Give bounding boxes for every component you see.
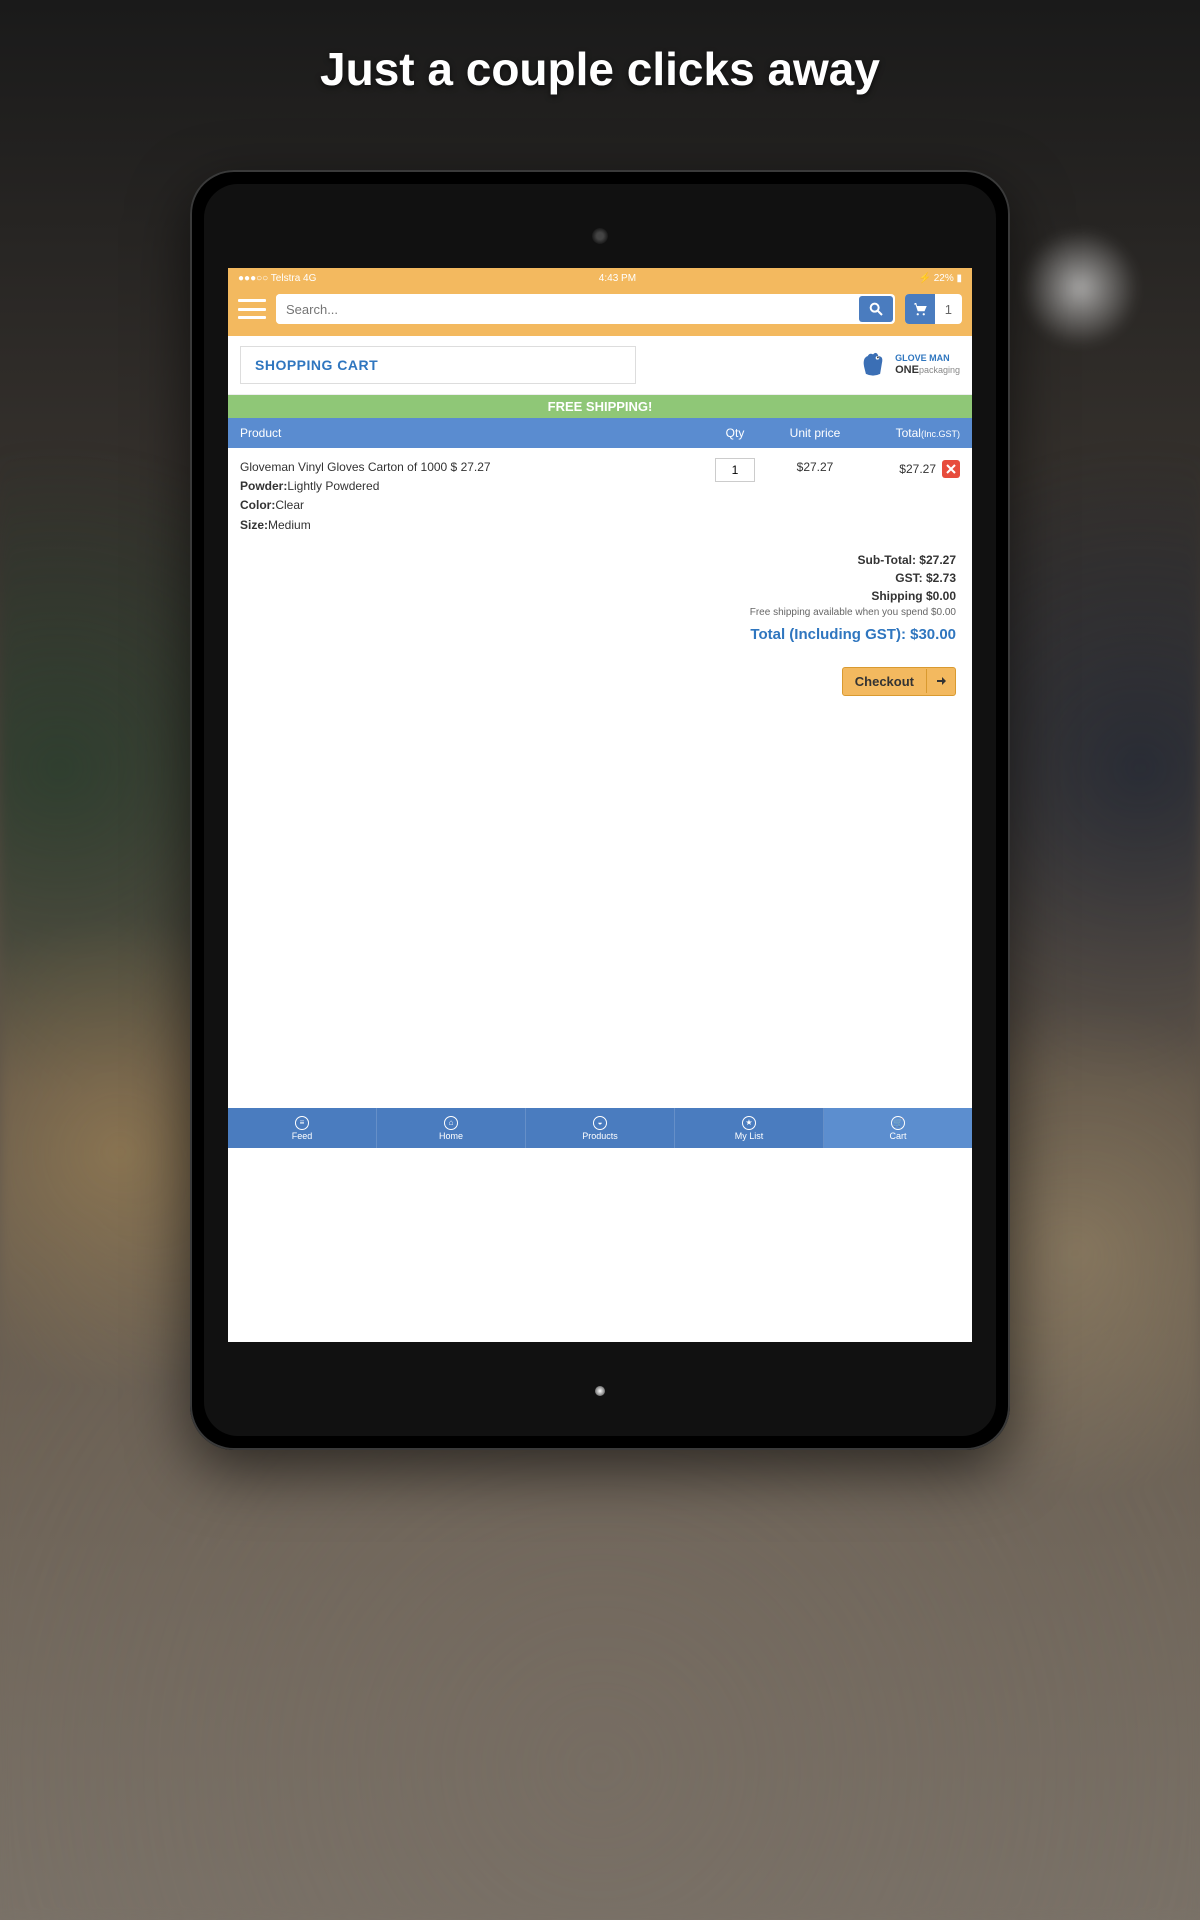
- brand-text: GLOVE MAN ONEpackaging: [895, 354, 960, 376]
- mylist-icon: ★: [742, 1116, 756, 1130]
- cart-count: 1: [935, 302, 962, 317]
- grand-total: Total (Including GST): $30.00: [228, 620, 972, 649]
- arrow-right-icon: [926, 669, 955, 693]
- nav-mylist[interactable]: ★ My List: [675, 1108, 824, 1148]
- quantity-input[interactable]: [715, 458, 755, 482]
- nav-feed[interactable]: ≡ Feed: [228, 1108, 377, 1148]
- menu-button[interactable]: [238, 299, 266, 319]
- products-icon: ◒: [593, 1116, 607, 1130]
- product-details: Gloveman Vinyl Gloves Carton of 1000 $ 2…: [240, 458, 700, 535]
- brand-logo[interactable]: GLOVE MAN ONEpackaging: [855, 349, 960, 381]
- status-time: 4:43 PM: [599, 273, 636, 284]
- nav-products[interactable]: ◒ Products: [526, 1108, 675, 1148]
- th-product: Product: [240, 426, 700, 440]
- status-bar: ●●●○○ Telstra 4G 4:43 PM ⚡ 22% ▮: [228, 268, 972, 288]
- checkout-button[interactable]: Checkout: [842, 667, 956, 696]
- subtotal: Sub-Total: $27.27: [858, 553, 956, 567]
- hero-title: Just a couple clicks away: [0, 0, 1200, 96]
- unit-price: $27.27: [770, 458, 860, 474]
- free-shipping-banner: FREE SHIPPING!: [228, 395, 972, 418]
- remove-button[interactable]: [942, 460, 960, 478]
- cart-button[interactable]: 1: [905, 294, 962, 324]
- table-header: Product Qty Unit price Total(Inc.GST): [228, 418, 972, 448]
- tablet-home-button[interactable]: [595, 1386, 605, 1396]
- tablet-camera: [592, 228, 608, 244]
- feed-icon: ≡: [295, 1116, 309, 1130]
- th-qty: Qty: [700, 426, 770, 440]
- nav-cart[interactable]: 🛒 Cart: [824, 1108, 972, 1148]
- tablet-frame: ●●●○○ Telstra 4G 4:43 PM ⚡ 22% ▮: [190, 170, 1010, 1450]
- nav-cart-icon: 🛒: [891, 1116, 905, 1130]
- totals-block: Sub-Total: $27.27 GST: $2.73 Shipping $0…: [228, 545, 972, 620]
- th-unit: Unit price: [770, 426, 860, 440]
- nav-home[interactable]: ⌂ Home: [377, 1108, 526, 1148]
- cart-icon: [911, 300, 929, 318]
- search-input[interactable]: [276, 294, 857, 324]
- gst: GST: $2.73: [895, 571, 956, 585]
- bottom-nav: ≡ Feed ⌂ Home ◒ Products ★ My List 🛒: [228, 1108, 972, 1148]
- search-wrap: [276, 294, 895, 324]
- home-icon: ⌂: [444, 1116, 458, 1130]
- table-row: Gloveman Vinyl Gloves Carton of 1000 $ 2…: [228, 448, 972, 545]
- app-header: 1: [228, 288, 972, 336]
- status-battery: ⚡ 22% ▮: [918, 273, 962, 284]
- search-icon: [868, 301, 884, 317]
- title-row: SHOPPING CART GLOVE MAN ONEpackaging: [228, 336, 972, 395]
- close-icon: [946, 464, 956, 474]
- status-carrier: ●●●○○ Telstra 4G: [238, 273, 316, 284]
- line-total: $27.27: [899, 462, 936, 476]
- shipping: Shipping $0.00: [871, 589, 956, 603]
- glove-icon: [855, 349, 891, 381]
- app-screen: ●●●○○ Telstra 4G 4:43 PM ⚡ 22% ▮: [228, 268, 972, 1342]
- page-title: SHOPPING CART: [240, 346, 636, 384]
- checkout-label: Checkout: [843, 668, 926, 695]
- search-button[interactable]: [859, 296, 893, 322]
- shipping-note: Free shipping available when you spend $…: [244, 605, 956, 620]
- product-name[interactable]: Gloveman Vinyl Gloves Carton of 1000 $ 2…: [240, 458, 700, 477]
- th-total: Total(Inc.GST): [860, 426, 960, 440]
